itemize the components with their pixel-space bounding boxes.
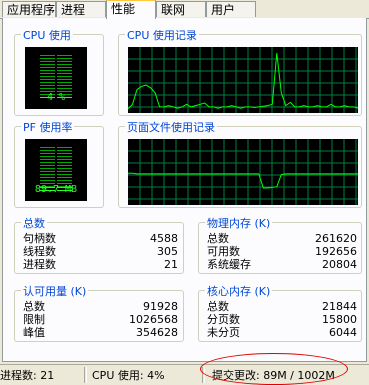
status-cpu-usage: CPU 使用: 4% [92,369,165,382]
stat-value: 305 [157,245,178,258]
cpu-history-line [128,53,358,110]
kernel-memory-group: 核心内存 (K) 总数 21844 分页数 15800 未分页 6044 [198,283,362,342]
stat-row: 限制 1026568 [23,313,178,326]
stat-label: 总数 [23,300,45,313]
stat-value: 6044 [329,326,357,339]
totals-group: 总数 句柄数 4588 线程数 305 进程数 21 [14,215,184,274]
status-divider [84,367,87,383]
physical-memory-group: 物理内存 (K) 总数 261620 可用数 192656 系统缓存 20804 [198,215,362,274]
stat-value: 261620 [315,232,357,245]
cpu-usage-meter: 4 % [25,47,87,109]
stat-label: 分页数 [207,313,240,326]
cpu-history-graph [128,47,358,113]
stat-row: 句柄数 4588 [23,232,178,245]
status-bar: 进程数: 21 CPU 使用: 4% 提交更改: 89M / 1002M [0,364,369,385]
stat-row: 总数 21844 [207,300,357,313]
stat-label: 句柄数 [23,232,56,245]
tab-performance[interactable]: 性能 [106,0,156,19]
pf-history-group: 页面文件使用记录 [118,119,362,208]
stat-value: 4588 [150,232,178,245]
tab-strip: 应用程序 进程 性能 联网 用户 [0,0,369,19]
stat-row: 未分页 6044 [207,326,357,339]
stat-value: 21 [164,258,178,271]
pf-usage-label: PF 使用率 [21,119,75,135]
totals-label: 总数 [21,215,47,231]
kernel-memory-label: 核心内存 (K) [205,283,273,299]
cpu-usage-value: 4 % [46,92,66,103]
tab-users[interactable]: 用户 [206,1,256,17]
pf-usage-group: PF 使用率 89.7 MB [14,119,104,208]
stat-row: 进程数 21 [23,258,178,271]
commit-charge-group: 认可用量 (K) 总数 91928 限制 1026568 峰值 354628 [14,283,184,342]
stat-row: 线程数 305 [23,245,178,258]
status-commit-charge: 提交更改: 89M / 1002M [212,369,335,382]
stat-label: 总数 [207,232,229,245]
cpu-usage-label: CPU 使用 [21,27,73,43]
stat-row: 系统缓存 20804 [207,258,357,271]
stat-row: 可用数 192656 [207,245,357,258]
pf-history-label: 页面文件使用记录 [125,119,217,135]
cpu-history-group: CPU 使用记录 [118,27,362,116]
pf-usage-value: 89.7 MB [34,184,78,195]
stat-row: 分页数 15800 [207,313,357,326]
stat-row: 峰值 354628 [23,326,178,339]
status-processes: 进程数: 21 [0,369,55,382]
stat-label: 限制 [23,313,45,326]
stat-value: 91928 [143,300,178,313]
pf-history-graph [128,139,358,205]
stat-value: 15800 [322,313,357,326]
stat-value: 20804 [322,258,357,271]
stat-row: 总数 261620 [207,232,357,245]
stat-label: 系统缓存 [207,258,251,271]
cpu-history-chart [128,47,358,113]
stat-value: 354628 [136,326,178,339]
tab-processes[interactable]: 进程 [56,1,106,17]
tab-applications[interactable]: 应用程序 [2,1,56,17]
stat-value: 21844 [322,300,357,313]
stat-value: 1026568 [129,313,178,326]
pf-history-chart [128,139,358,205]
stat-label: 峰值 [23,326,45,339]
commit-charge-label: 认可用量 (K) [21,283,89,299]
tab-networking[interactable]: 联网 [156,1,206,17]
stat-label: 未分页 [207,326,240,339]
pf-usage-meter: 89.7 MB [25,139,87,201]
stat-label: 线程数 [23,245,56,258]
status-divider [202,367,205,383]
physical-memory-label: 物理内存 (K) [205,215,273,231]
stat-label: 可用数 [207,245,240,258]
stat-value: 192656 [315,245,357,258]
stat-label: 进程数 [23,258,56,271]
cpu-usage-group: CPU 使用 4 % [14,27,104,116]
pf-history-line [128,172,358,189]
stat-label: 总数 [207,300,229,313]
cpu-history-label: CPU 使用记录 [125,27,199,43]
stat-row: 总数 91928 [23,300,178,313]
